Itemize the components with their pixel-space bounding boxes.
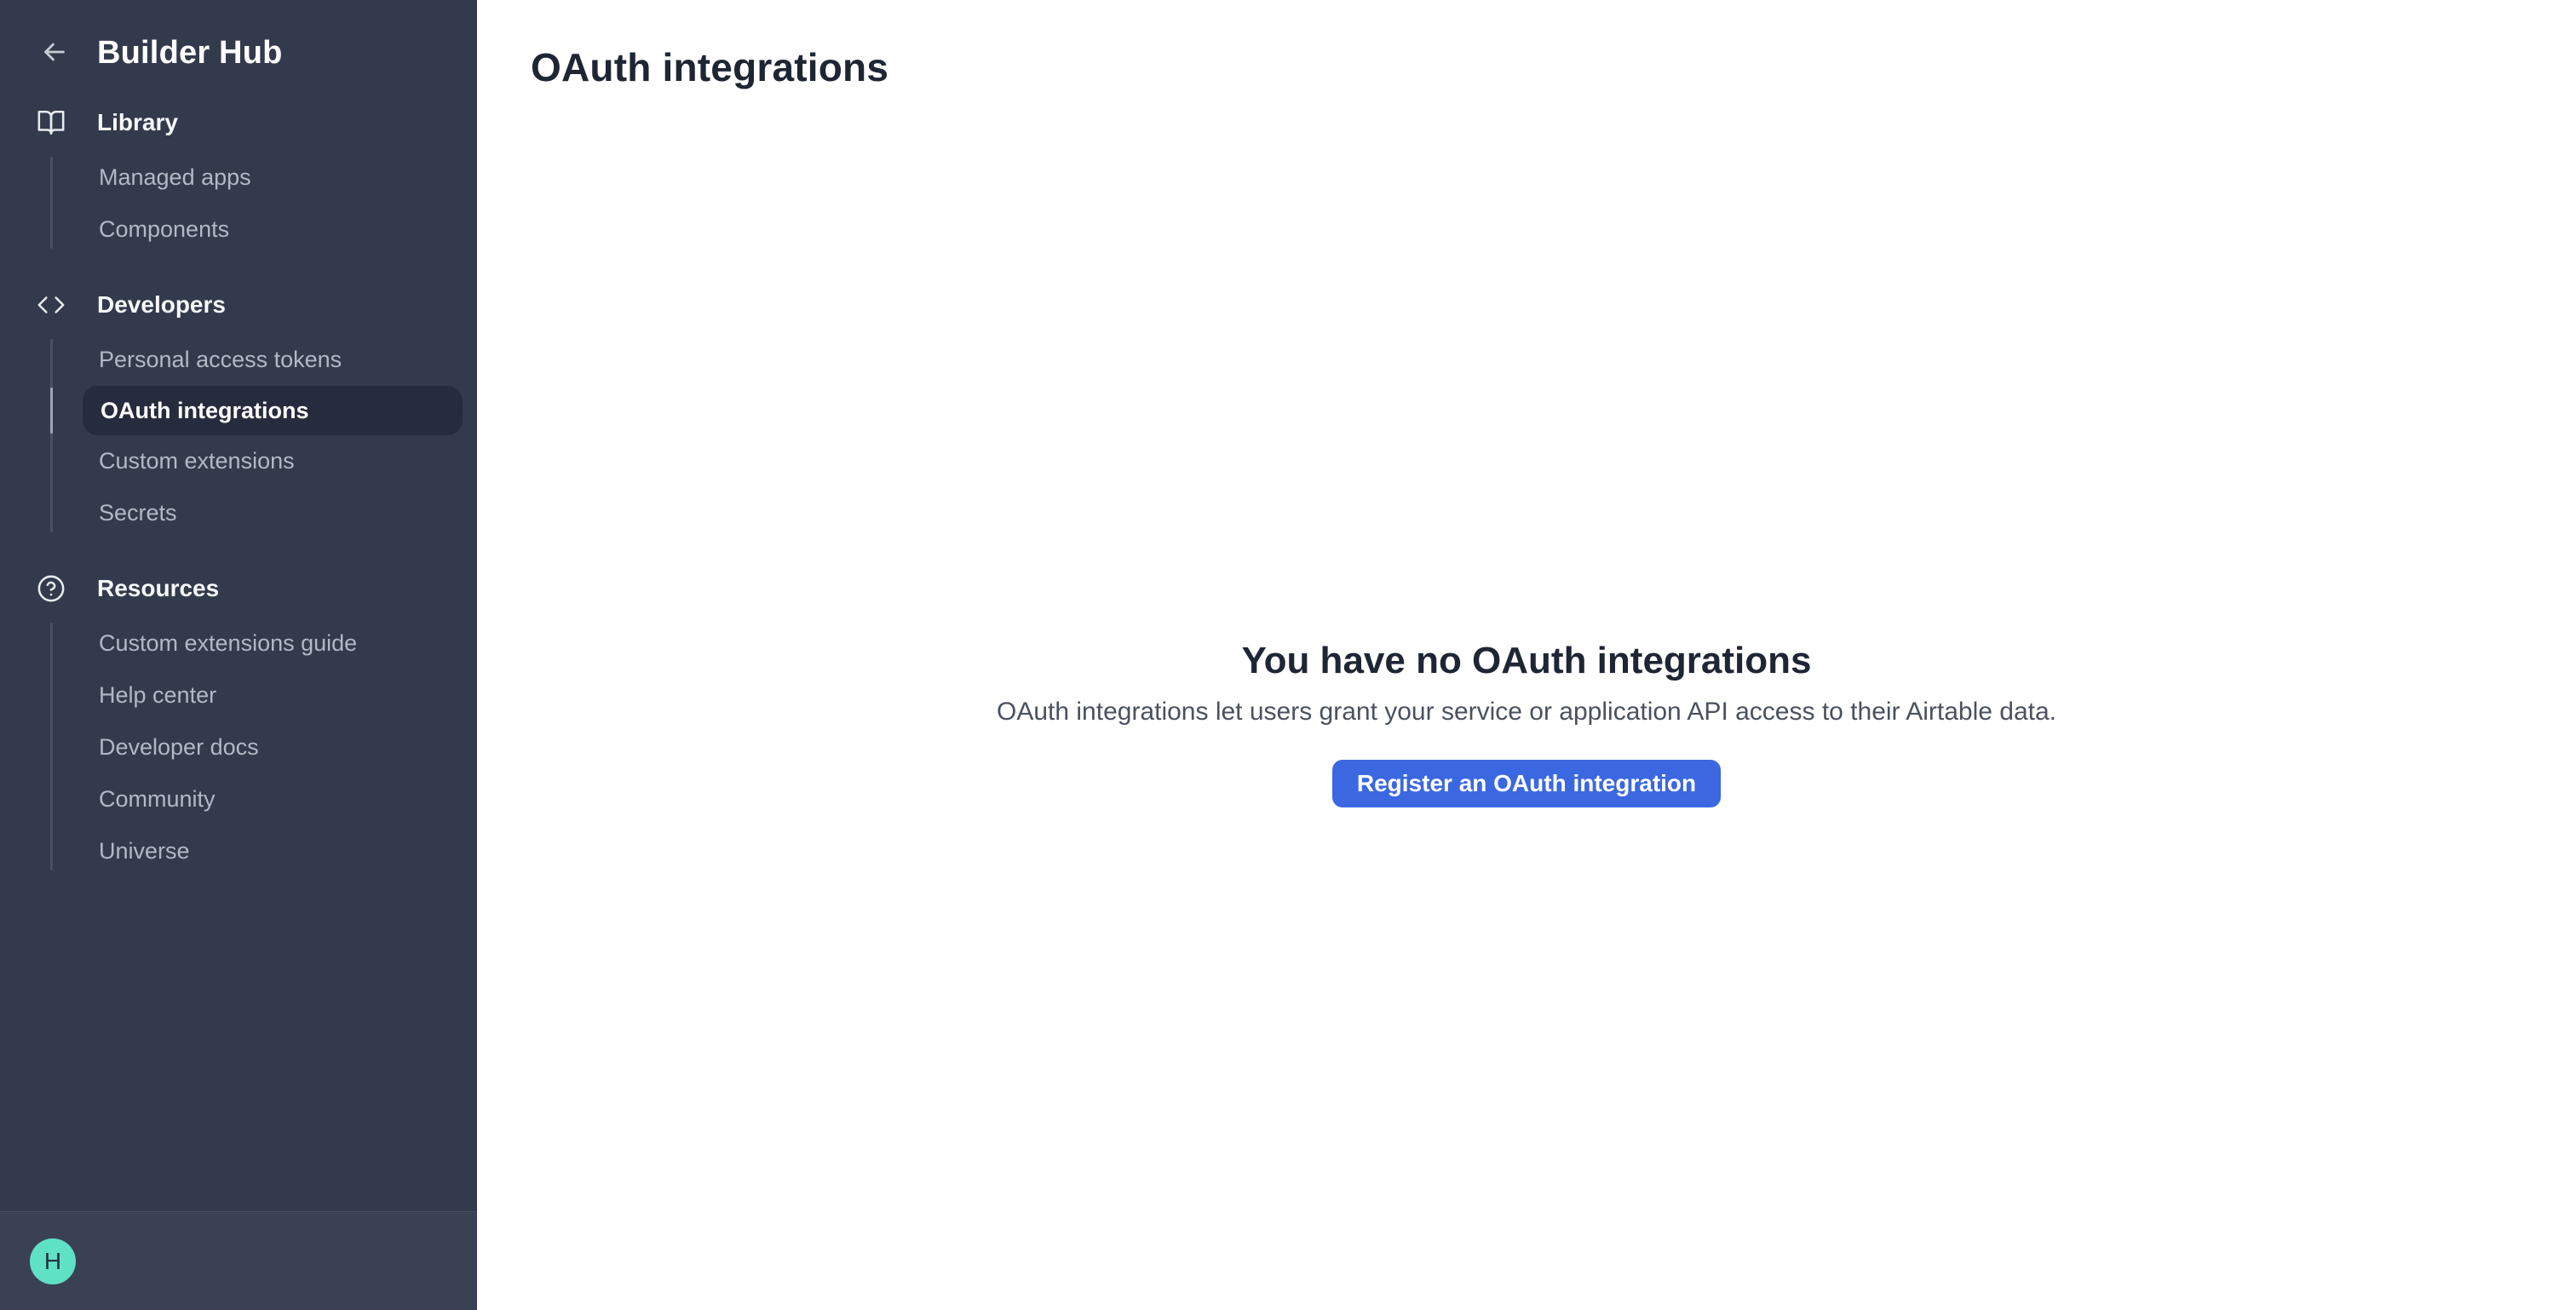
section-header-resources[interactable]: Resources — [0, 561, 477, 616]
sidebar-item-help-center[interactable]: Help center — [50, 669, 463, 721]
sidebar-item-custom-extensions-guide[interactable]: Custom extensions guide — [50, 618, 463, 669]
sub-list-library: Managed apps Components — [50, 152, 463, 256]
sidebar-item-managed-apps[interactable]: Managed apps — [50, 152, 463, 204]
sidebar-footer: H — [0, 1211, 477, 1310]
register-oauth-integration-button[interactable]: Register an OAuth integration — [1332, 760, 1721, 807]
section-header-library[interactable]: Library — [0, 95, 477, 150]
sidebar-nav: Library Managed apps Components De — [0, 73, 477, 899]
user-avatar[interactable]: H — [30, 1238, 76, 1284]
sub-list-resources: Custom extensions guide Help center Deve… — [50, 618, 463, 877]
sidebar: Builder Hub Library Managed apps Compon — [0, 0, 477, 1310]
sidebar-item-oauth-integrations[interactable]: OAuth integrations — [83, 386, 463, 435]
sidebar-item-universe[interactable]: Universe — [50, 825, 463, 877]
arrow-left-icon — [39, 37, 70, 70]
sidebar-item-custom-extensions[interactable]: Custom extensions — [50, 435, 463, 487]
empty-state: You have no OAuth integrations OAuth int… — [477, 637, 2576, 807]
empty-state-description: OAuth integrations let users grant your … — [477, 695, 2576, 729]
section-label: Developers — [97, 291, 226, 319]
main-content: OAuth integrations You have no OAuth int… — [477, 0, 2576, 1310]
sidebar-header: Builder Hub — [0, 0, 477, 73]
sidebar-item-secrets[interactable]: Secrets — [50, 487, 463, 539]
builder-hub-app: Builder Hub Library Managed apps Compon — [0, 0, 2576, 1310]
sidebar-item-community[interactable]: Community — [50, 773, 463, 825]
book-open-icon — [36, 107, 66, 138]
empty-state-heading: You have no OAuth integrations — [477, 637, 2576, 685]
sidebar-item-components[interactable]: Components — [50, 204, 463, 256]
app-title: Builder Hub — [97, 35, 283, 72]
section-label: Resources — [97, 575, 219, 602]
section-label: Library — [97, 109, 178, 136]
sub-list-developers: Personal access tokens OAuth integration… — [50, 334, 463, 539]
page-title: OAuth integrations — [531, 44, 888, 90]
nav-section-library: Library Managed apps Components — [0, 95, 477, 256]
code-icon — [36, 290, 66, 320]
back-button[interactable] — [37, 36, 72, 70]
help-circle-icon — [36, 573, 66, 604]
sidebar-item-personal-access-tokens[interactable]: Personal access tokens — [50, 334, 463, 386]
section-header-developers[interactable]: Developers — [0, 278, 477, 332]
sidebar-item-developer-docs[interactable]: Developer docs — [50, 721, 463, 773]
nav-section-developers: Developers Personal access tokens OAuth … — [0, 278, 477, 539]
nav-section-resources: Resources Custom extensions guide Help c… — [0, 561, 477, 877]
